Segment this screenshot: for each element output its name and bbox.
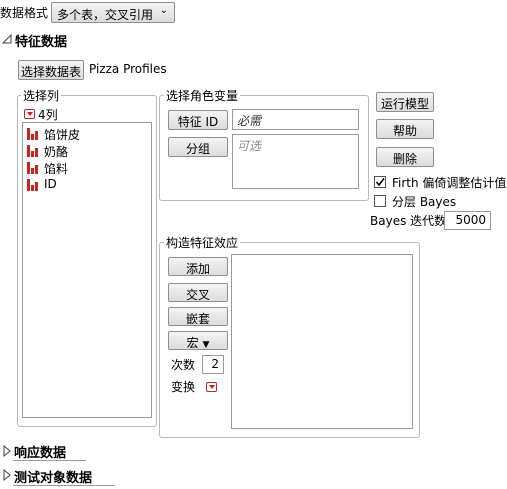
section-title-subject-data[interactable]: 测试对象数据 bbox=[14, 467, 92, 486]
chevron-down-icon: ⌄ bbox=[159, 5, 168, 16]
section-header-underline bbox=[13, 460, 86, 461]
feature-id-button[interactable]: 特征 ID bbox=[168, 110, 228, 130]
section-expand-toggle[interactable] bbox=[3, 444, 11, 458]
select-roles-title: 选择角色变量 bbox=[164, 87, 241, 104]
construct-effects-title: 构造特征效应 bbox=[164, 234, 241, 251]
group-button[interactable]: 分组 bbox=[168, 137, 228, 157]
section-title-response-data[interactable]: 响应数据 bbox=[14, 442, 66, 461]
data-format-value: 多个表，交叉引用 bbox=[57, 8, 154, 22]
feature-id-field[interactable]: 必需 bbox=[232, 109, 359, 130]
macros-label: 宏 bbox=[186, 336, 199, 350]
list-item-label: 馅料 bbox=[44, 162, 69, 176]
caret-down-icon: ▼ bbox=[202, 340, 210, 350]
macros-button[interactable]: 宏 ▼ bbox=[168, 331, 228, 350]
transform-menu-icon[interactable] bbox=[206, 382, 217, 392]
columns-count: 4列 bbox=[38, 108, 58, 122]
bayes-iterations-input[interactable]: 5000 bbox=[444, 211, 491, 230]
continuous-column-icon bbox=[27, 179, 39, 191]
remove-button[interactable]: 删除 bbox=[376, 147, 434, 167]
data-format-label: 数据格式 bbox=[0, 6, 49, 20]
disclosure-open-icon bbox=[1, 33, 12, 44]
bayes-iterations-label: Bayes 迭代数 bbox=[370, 214, 447, 228]
section-title-feature-data[interactable]: 特征数据 bbox=[15, 31, 67, 50]
continuous-column-icon bbox=[27, 145, 39, 157]
hier-bayes-checkbox[interactable] bbox=[374, 195, 386, 207]
checkmark-icon bbox=[375, 178, 385, 187]
add-button[interactable]: 添加 bbox=[168, 257, 228, 276]
select-data-table-button[interactable]: 选择数据表 bbox=[18, 60, 84, 80]
section-expand-toggle[interactable] bbox=[3, 468, 11, 482]
hier-bayes-label: 分层 Bayes bbox=[392, 195, 457, 209]
firth-checkbox[interactable] bbox=[374, 176, 386, 188]
section-header-underline bbox=[13, 485, 115, 486]
run-model-button[interactable]: 运行模型 bbox=[376, 92, 434, 112]
degree-label: 次数 bbox=[171, 358, 196, 372]
columns-menu-icon[interactable] bbox=[24, 109, 35, 119]
effects-list[interactable] bbox=[231, 254, 413, 429]
group-field[interactable]: 可选 bbox=[232, 134, 359, 189]
group-placeholder: 可选 bbox=[237, 139, 262, 153]
nest-button[interactable]: 嵌套 bbox=[168, 307, 228, 326]
columns-list[interactable] bbox=[22, 122, 152, 418]
feature-id-placeholder: 必需 bbox=[237, 114, 262, 128]
continuous-column-icon bbox=[27, 128, 39, 140]
disclosure-closed-icon bbox=[3, 444, 11, 458]
list-item-label: 馅饼皮 bbox=[44, 128, 81, 142]
data-format-dropdown[interactable]: 多个表，交叉引用 ⌄ bbox=[51, 2, 175, 23]
list-item-label: ID bbox=[44, 177, 57, 191]
degree-input[interactable]: 2 bbox=[202, 355, 224, 374]
cross-button[interactable]: 交叉 bbox=[168, 283, 228, 302]
disclosure-closed-icon bbox=[3, 468, 11, 482]
select-columns-title: 选择列 bbox=[21, 87, 62, 104]
continuous-column-icon bbox=[27, 162, 39, 174]
firth-label: Firth 偏倚调整估计值 bbox=[392, 176, 507, 190]
list-item-label: 奶酪 bbox=[44, 145, 69, 159]
table-name: Pizza Profiles bbox=[89, 62, 167, 76]
help-button[interactable]: 帮助 bbox=[376, 119, 434, 139]
transform-label: 变换 bbox=[171, 380, 196, 394]
section-collapse-toggle[interactable] bbox=[1, 33, 12, 44]
